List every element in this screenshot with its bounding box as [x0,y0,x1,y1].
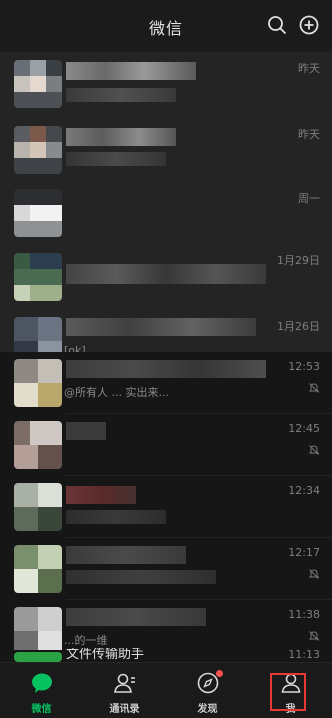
mute-bell-icon [308,631,320,641]
tab-label: 发现 [197,704,218,715]
chat-row[interactable]: 文件传输助手 11:13 [0,648,332,662]
chat-time: 11:38 [288,608,320,621]
avatar [14,607,62,655]
chat-time: 12:17 [288,546,320,559]
chat-time: 11:13 [288,648,320,661]
mute-bell-icon [308,569,320,579]
chat-row[interactable]: 昨天 [0,52,332,118]
avatar [14,545,62,593]
chat-row[interactable]: 12:17 [0,538,332,600]
chat-time: 1月26日 [277,320,320,333]
notification-dot [216,670,223,677]
chat-preview-redacted [66,510,166,524]
chat-preview-redacted [66,264,266,284]
avatar [14,253,62,301]
avatar [14,483,62,531]
tab-discover[interactable]: 发现 [166,663,249,718]
file-transfer-avatar [14,652,62,662]
chat-name-redacted [66,318,256,336]
contacts-icon [113,673,135,693]
tab-contacts[interactable]: 通讯录 [83,663,166,718]
chat-name-redacted [66,422,106,440]
avatar [14,60,62,108]
chat-time: 12:45 [288,422,320,435]
avatar [14,189,62,237]
chat-preview-redacted [66,570,216,584]
chat-time: 周一 [298,192,320,205]
chat-preview-redacted [66,88,176,102]
chat-preview: ...的一维 [64,634,108,647]
chat-row[interactable]: 周一 [0,182,332,244]
tab-chats[interactable]: 微信 [0,663,83,718]
chat-time: 昨天 [298,128,320,141]
chat-time: 12:53 [288,360,320,373]
chat-name: 文件传输助手 [66,648,145,662]
tab-label: 通讯录 [109,704,140,715]
mute-bell-icon [308,383,320,393]
chat-time: 1月29日 [277,254,320,267]
chat-row[interactable]: 昨天 [0,118,332,182]
chat-preview: @所有人 ... 实出来... [64,386,169,399]
avatar [14,126,62,174]
mute-bell-icon [308,445,320,455]
chat-name-redacted [66,62,196,80]
chat-name-redacted [66,608,206,626]
chat-row[interactable]: 1月29日 [0,244,332,310]
chat-time: 12:34 [288,484,320,497]
chat-bubble-icon [31,673,52,693]
plus-circle-icon[interactable] [298,14,320,36]
chat-preview-redacted [66,152,166,166]
chat-time: 昨天 [298,62,320,75]
chat-list[interactable]: 昨天 昨天 周一 1月29日 [ok] 1月26日 @所有人 ... 实出来..… [0,52,332,662]
tab-label: 微信 [31,704,52,715]
chat-name-redacted [66,486,136,504]
avatar [14,359,62,407]
chat-name-redacted [66,360,266,378]
avatar [14,421,62,469]
search-icon[interactable] [266,14,288,36]
chat-name-redacted [66,128,176,146]
chat-name-redacted [66,546,186,564]
chat-row[interactable]: 12:45 [0,414,332,476]
chat-row[interactable]: 12:34 [0,476,332,538]
top-bar: 微信 [0,0,332,52]
highlight-box [270,673,306,711]
chat-row[interactable]: @所有人 ... 实出来... 12:53 [0,352,332,414]
